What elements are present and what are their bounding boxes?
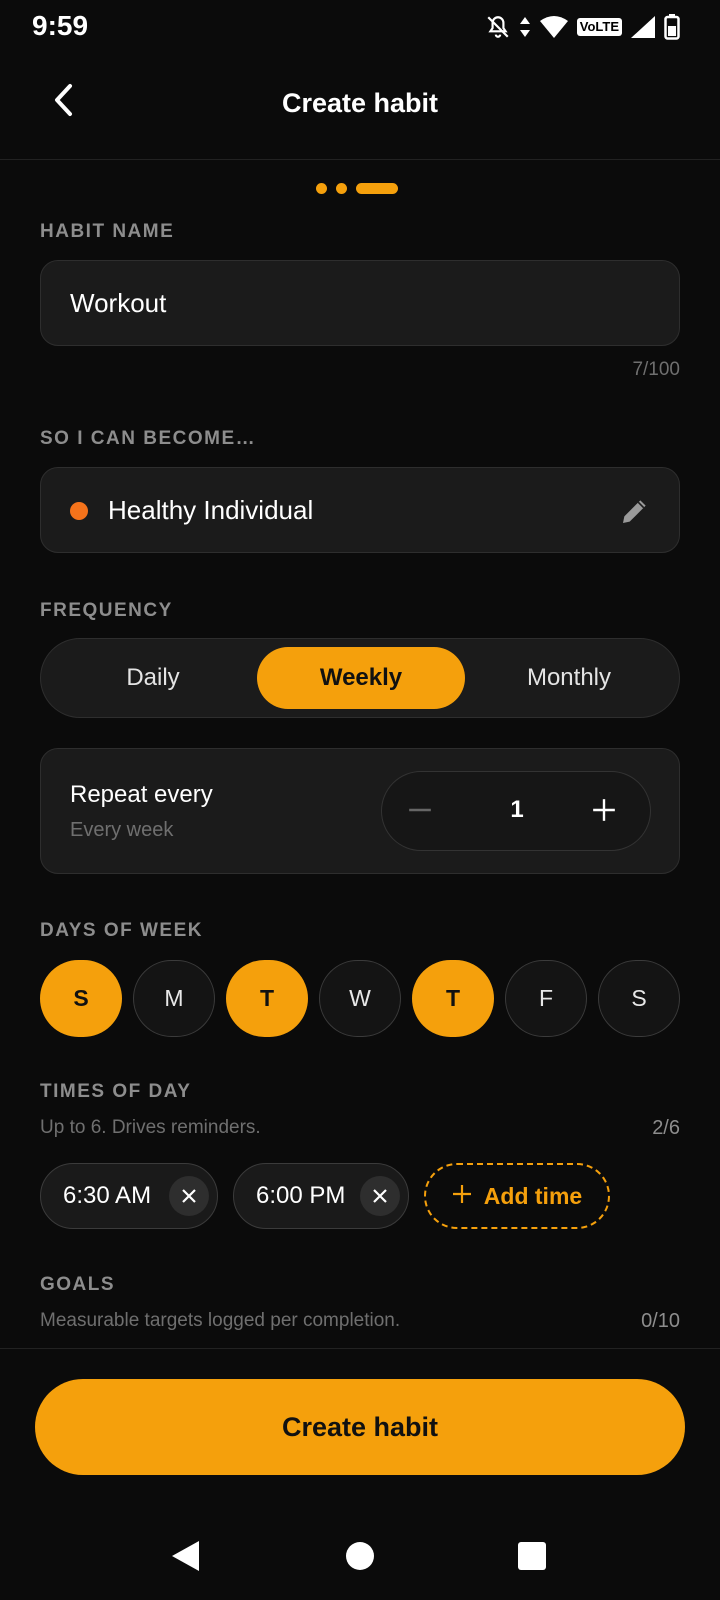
signal-icon (630, 15, 656, 39)
battery-icon (664, 14, 680, 40)
habit-name-label: HABIT NAME (40, 221, 175, 242)
bell-off-icon (485, 14, 511, 40)
habit-name-field[interactable]: Workout (40, 260, 680, 346)
repeat-stepper: 1 (381, 771, 651, 851)
triangle-back-icon (169, 1539, 201, 1578)
repeat-value: 1 (510, 796, 524, 823)
identity-value: Healthy Individual (108, 495, 314, 525)
time-chip-label: 6:00 PM (256, 1182, 346, 1209)
pencil-icon[interactable] (619, 495, 651, 532)
square-recents-icon (517, 1541, 547, 1576)
time-chip[interactable]: 6:00 PM (233, 1163, 409, 1229)
times-hint: Up to 6. Drives reminders. (40, 1117, 261, 1138)
day-saturday[interactable]: S (598, 960, 680, 1037)
nav-home-button[interactable] (332, 1530, 388, 1586)
create-habit-button[interactable]: Create habit (35, 1379, 685, 1475)
frequency-label: FREQUENCY (40, 600, 173, 621)
day-tuesday[interactable]: T (226, 960, 308, 1037)
frequency-option-monthly[interactable]: Monthly (465, 647, 673, 709)
step-dot-active (356, 183, 398, 194)
day-sunday[interactable]: S (40, 960, 122, 1037)
nav-recents-button[interactable] (504, 1530, 560, 1586)
page-title: Create habit (281, 88, 439, 118)
time-chip-label: 6:30 AM (63, 1182, 152, 1209)
close-icon (182, 1189, 196, 1203)
goals-counter: 0/10 (641, 1310, 680, 1332)
frequency-selector: Daily Weekly Monthly (40, 638, 680, 718)
goals-hint: Measurable targets logged per completion… (40, 1310, 401, 1331)
decrement-button[interactable] (390, 782, 450, 842)
remove-time-button[interactable] (360, 1176, 400, 1216)
identity-color-dot (70, 502, 88, 520)
app-bar: Create habit (0, 56, 720, 160)
plus-icon (452, 1183, 472, 1210)
day-wednesday[interactable]: W (319, 960, 401, 1037)
times-label: TIMES OF DAY (40, 1081, 192, 1102)
circle-home-icon (345, 1541, 375, 1576)
times-counter: 2/6 (652, 1117, 680, 1139)
increment-button[interactable] (574, 782, 634, 842)
minus-icon (407, 797, 433, 828)
identity-label: SO I CAN BECOME… (40, 428, 257, 449)
day-friday[interactable]: F (505, 960, 587, 1037)
repeat-title: Repeat every (70, 781, 213, 808)
close-icon (373, 1189, 387, 1203)
time-chip[interactable]: 6:30 AM (40, 1163, 218, 1229)
status-icons: VoLTE (485, 12, 680, 42)
day-monday[interactable]: M (133, 960, 215, 1037)
frequency-option-weekly[interactable]: Weekly (257, 647, 465, 709)
habit-name-value: Workout (70, 288, 167, 318)
footer-divider (0, 1348, 720, 1349)
frequency-option-daily[interactable]: Daily (49, 647, 257, 709)
goals-label: GOALS (40, 1274, 116, 1295)
habit-name-counter: 7/100 (632, 359, 680, 380)
day-thursday[interactable]: T (412, 960, 494, 1037)
add-time-label: Add time (483, 1182, 583, 1209)
step-dot (336, 183, 347, 194)
days-label: DAYS OF WEEK (40, 920, 203, 941)
status-bar: 9:59 VoLTE (0, 0, 720, 56)
wifi-icon (539, 15, 569, 39)
plus-icon (591, 797, 617, 828)
identity-field[interactable]: Healthy Individual (40, 467, 680, 553)
repeat-card: Repeat every Every week 1 (40, 748, 680, 874)
data-arrows-icon (519, 15, 531, 39)
add-time-button[interactable]: Add time (424, 1163, 610, 1229)
volte-badge: VoLTE (576, 18, 622, 36)
nav-back-button[interactable] (157, 1530, 213, 1586)
status-time: 9:59 (32, 10, 89, 41)
remove-time-button[interactable] (169, 1176, 209, 1216)
step-dot (316, 183, 327, 194)
step-indicator (316, 183, 398, 194)
repeat-subtitle: Every week (70, 819, 174, 841)
